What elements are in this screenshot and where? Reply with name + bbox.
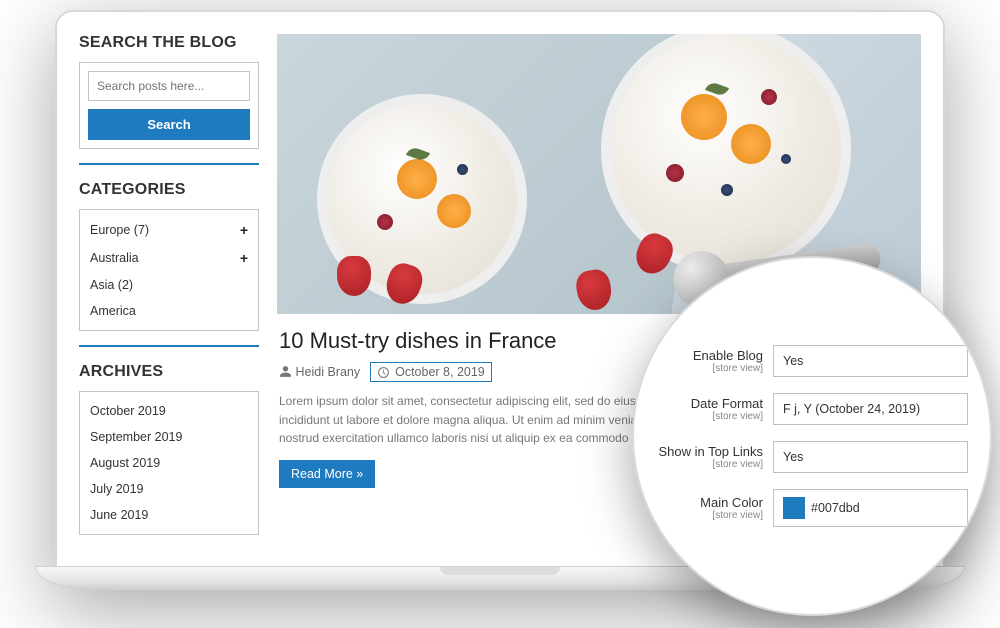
setting-value-select[interactable]: Yes — [773, 345, 968, 377]
search-button[interactable]: Search — [88, 109, 250, 140]
post-date-box: October 8, 2019 — [370, 362, 492, 382]
person-icon — [279, 365, 292, 378]
category-item[interactable]: Australia + — [90, 244, 248, 272]
archive-item[interactable]: June 2019 — [90, 502, 248, 528]
setting-row-main-color: Main Color [store view] #007dbd — [648, 489, 968, 527]
category-label: America — [90, 304, 136, 318]
clock-icon — [377, 366, 390, 379]
setting-value-select[interactable]: Yes — [773, 441, 968, 473]
category-item[interactable]: Asia (2) — [90, 272, 248, 298]
category-label: Europe (7) — [90, 223, 149, 237]
search-input[interactable] — [88, 71, 250, 101]
author-name: Heidi Brany — [295, 365, 360, 379]
color-swatch — [783, 497, 805, 519]
setting-label: Show in Top Links [store view] — [648, 444, 763, 470]
setting-row-enable-blog: Enable Blog [store view] Yes — [648, 345, 968, 377]
category-item[interactable]: Europe (7) + — [90, 216, 248, 244]
setting-label: Main Color [store view] — [648, 495, 763, 521]
search-title: SEARCH THE BLOG — [79, 34, 259, 52]
setting-label: Date Format [store view] — [648, 396, 763, 422]
sidebar: SEARCH THE BLOG Search CATEGORIES Europe… — [79, 34, 259, 546]
setting-scope: [store view] — [648, 459, 763, 470]
setting-scope: [store view] — [648, 510, 763, 521]
archives-block: ARCHIVES October 2019 September 2019 Aug… — [79, 363, 259, 549]
archive-item[interactable]: August 2019 — [90, 450, 248, 476]
laptop-notch — [440, 567, 560, 575]
categories-block: CATEGORIES Europe (7) + Australia + Asia… — [79, 181, 259, 347]
archives-title: ARCHIVES — [79, 363, 259, 381]
archive-item[interactable]: July 2019 — [90, 476, 248, 502]
category-label: Australia — [90, 251, 139, 265]
categories-list: Europe (7) + Australia + Asia (2) Americ… — [79, 209, 259, 331]
search-block: SEARCH THE BLOG Search — [79, 34, 259, 165]
settings-magnifier: Enable Blog [store view] Yes Date Format… — [632, 256, 992, 616]
setting-row-show-top-links: Show in Top Links [store view] Yes — [648, 441, 968, 473]
setting-scope: [store view] — [648, 411, 763, 422]
archive-item[interactable]: October 2019 — [90, 398, 248, 424]
expand-icon[interactable]: + — [240, 250, 248, 266]
categories-title: CATEGORIES — [79, 181, 259, 199]
setting-value-color[interactable]: #007dbd — [773, 489, 968, 527]
post-date: October 8, 2019 — [395, 365, 485, 379]
search-box: Search — [79, 62, 259, 149]
expand-icon[interactable]: + — [240, 222, 248, 238]
setting-row-date-format: Date Format [store view] F j, Y (October… — [648, 393, 968, 425]
archive-item[interactable]: September 2019 — [90, 424, 248, 450]
category-label: Asia (2) — [90, 278, 133, 292]
setting-scope: [store view] — [648, 363, 763, 374]
read-more-button[interactable]: Read More » — [279, 460, 375, 488]
author: Heidi Brany — [279, 365, 360, 379]
setting-label: Enable Blog [store view] — [648, 348, 763, 374]
archives-list: October 2019 September 2019 August 2019 … — [79, 391, 259, 535]
category-item[interactable]: America — [90, 298, 248, 324]
setting-value-select[interactable]: F j, Y (October 24, 2019) — [773, 393, 968, 425]
